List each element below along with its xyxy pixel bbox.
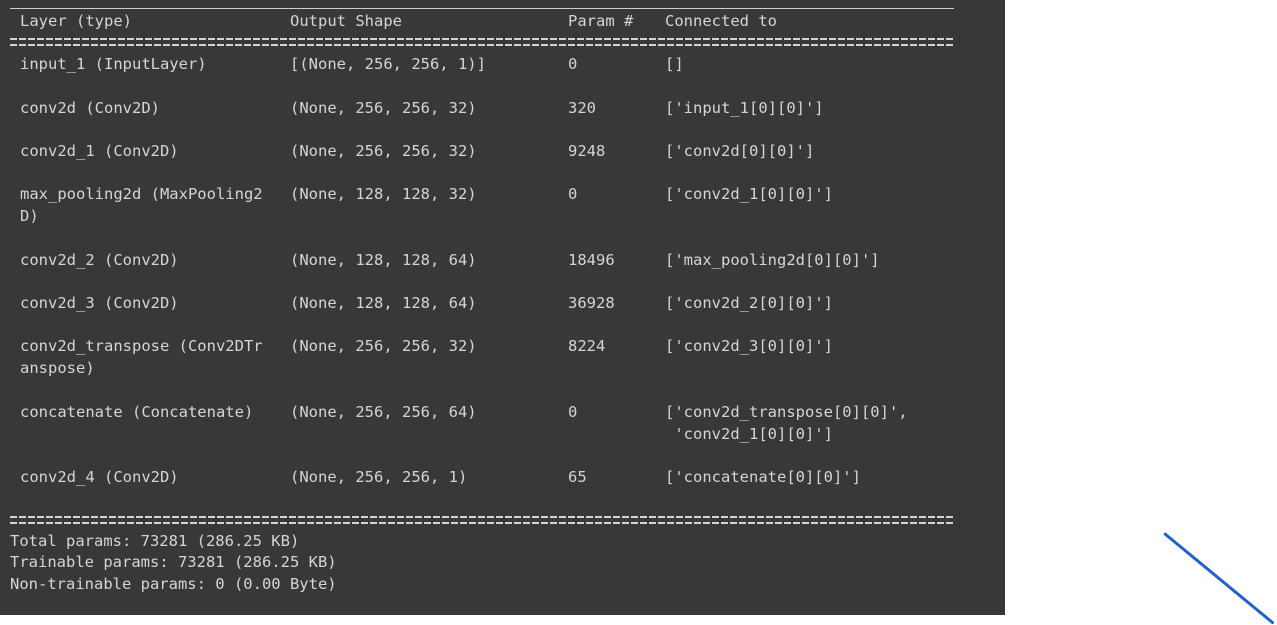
table-row-params: 65: [568, 468, 587, 486]
table-row-layer: conv2d_1 (Conv2D): [20, 142, 179, 160]
table-row-connected: []: [665, 55, 684, 73]
table-row-layer: max_pooling2d (MaxPooling2 D): [20, 185, 263, 225]
table-row-connected: ['conv2d_transpose[0][0]', 'conv2d_1[0][…: [665, 403, 908, 443]
table-row-layer: conv2d_2 (Conv2D): [20, 251, 179, 269]
table-row-connected: ['concatenate[0][0]']: [665, 468, 861, 486]
table-row-shape: [(None, 256, 256, 1)]: [290, 55, 486, 73]
header-double-rule: [10, 38, 954, 46]
table-row-shape: (None, 128, 128, 64): [290, 251, 477, 269]
table-row-connected: ['input_1[0][0]']: [665, 99, 824, 117]
table-row-connected: ['conv2d_2[0][0]']: [665, 294, 833, 312]
model-summary-output: Layer (type) Output Shape Param # Connec…: [0, 0, 1005, 615]
table-row-params: 0: [568, 403, 578, 421]
table-row-shape: (None, 128, 128, 64): [290, 294, 477, 312]
non-trainable-params: Non-trainable params: 0 (0.00 Byte): [10, 575, 337, 593]
table-row-shape: (None, 128, 128, 32): [290, 185, 477, 203]
total-params: Total params: 73281 (286.25 KB): [10, 532, 300, 550]
table-row-params: 0: [568, 55, 578, 73]
table-row-connected: ['max_pooling2d[0][0]']: [665, 251, 880, 269]
column-header-output-shape: Output Shape: [290, 12, 402, 30]
table-row-layer: conv2d_3 (Conv2D): [20, 294, 179, 312]
table-row-params: 36928: [568, 294, 615, 312]
table-row-shape: (None, 256, 256, 1): [290, 468, 468, 486]
table-row-shape: (None, 256, 256, 32): [290, 99, 477, 117]
table-row-layer: conv2d_4 (Conv2D): [20, 468, 179, 486]
table-row-params: 320: [568, 99, 596, 117]
table-row-layer: input_1 (InputLayer): [20, 55, 207, 73]
column-header-layer: Layer (type): [20, 12, 132, 30]
table-row-layer: conv2d_transpose (Conv2DTr anspose): [20, 337, 263, 377]
table-row-shape: (None, 256, 256, 32): [290, 142, 477, 160]
table-row-connected: ['conv2d[0][0]']: [665, 142, 815, 160]
trainable-params: Trainable params: 73281 (286.25 KB): [10, 553, 337, 571]
table-row-shape: (None, 256, 256, 64): [290, 403, 477, 421]
table-row-params: 0: [568, 185, 578, 203]
header-top-rule: [10, 8, 954, 9]
table-row-connected: ['conv2d_1[0][0]']: [665, 185, 833, 203]
table-row-params: 9248: [568, 142, 606, 160]
column-header-connected: Connected to: [665, 12, 777, 30]
table-row-layer: conv2d (Conv2D): [20, 99, 160, 117]
table-row-layer: concatenate (Concatenate): [20, 403, 254, 421]
table-row-shape: (None, 256, 256, 32): [290, 337, 477, 355]
table-row-connected: ['conv2d_3[0][0]']: [665, 337, 833, 355]
diagonal-line: [1163, 532, 1275, 625]
footer-double-rule: [10, 516, 954, 524]
column-header-params: Param #: [568, 12, 634, 30]
table-row-params: 8224: [568, 337, 606, 355]
table-row-params: 18496: [568, 251, 615, 269]
